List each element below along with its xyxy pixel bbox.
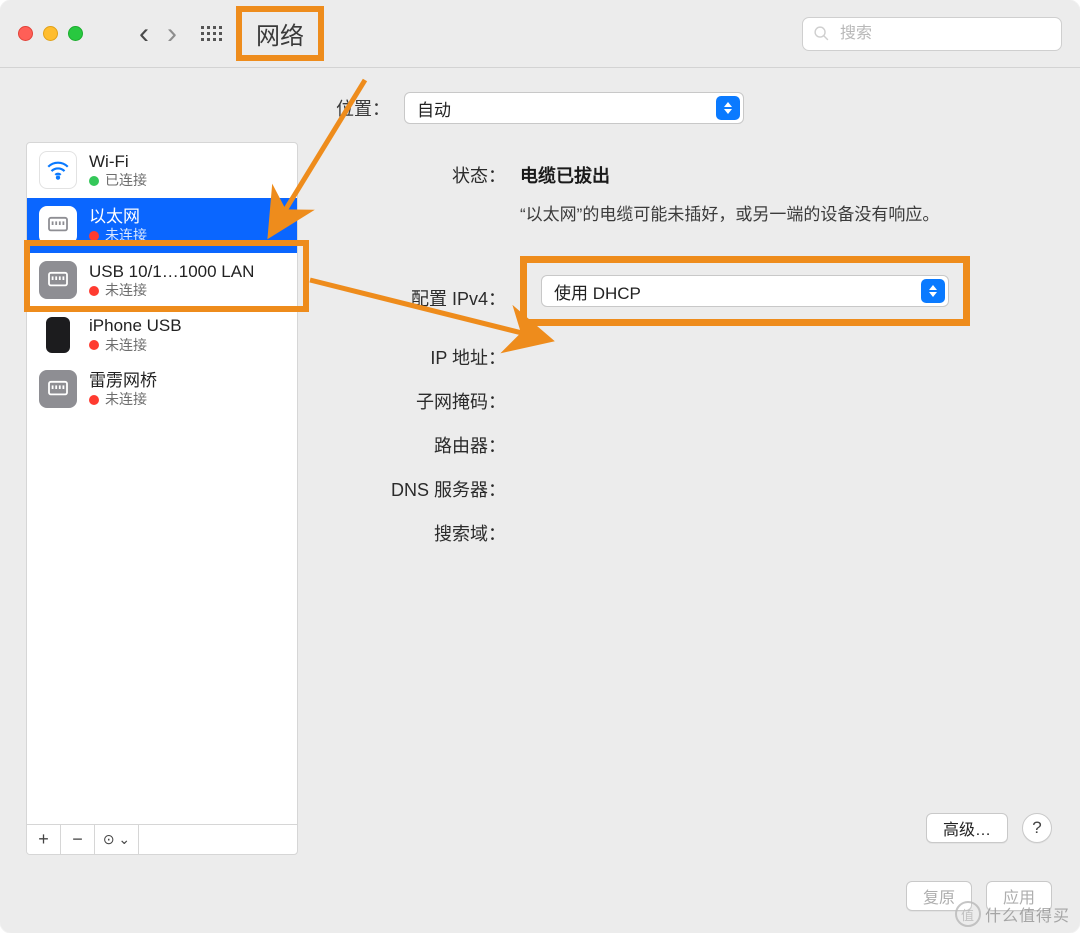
location-select[interactable]: 自动 [404,92,744,124]
sidebar-item-usb-lan[interactable]: USB 10/1…1000 LAN 未连接 [27,253,297,308]
search-icon [813,25,830,42]
dns-label: DNS 服务器： [330,476,520,502]
status-dot [89,176,99,186]
back-button[interactable]: ‹ [139,19,149,49]
show-all-icon[interactable] [201,26,222,41]
interface-name: 雷雳网桥 [89,370,157,391]
interface-name: USB 10/1…1000 LAN [89,261,254,282]
remove-interface-button[interactable]: − [61,825,95,854]
ethernet-icon [39,261,77,299]
interface-status: 未连接 [105,227,147,245]
configure-ipv4-label: 配置 IPv4： [330,271,520,311]
interface-list: Wi-Fi 已连接 以太网 未连接 [27,143,297,824]
pane-title: 网络 [236,6,324,61]
toolbar: ‹ › 网络 [0,0,1080,68]
chevron-updown-icon [716,96,740,120]
status-dot [89,395,99,405]
watermark-icon: 值 [955,901,981,927]
ethernet-icon [39,206,77,244]
watermark-text: 什么值得买 [985,902,1070,926]
window-controls [18,26,83,41]
minimize-button[interactable] [43,26,58,41]
search-domain-label: 搜索域： [330,520,520,546]
detail-panel: 状态： 电缆已拔出 “以太网”的电缆可能未插好，或另一端的设备没有响应。 配置 … [320,142,1054,855]
interface-name: Wi-Fi [89,151,147,172]
sidebar-footer: + − ⊙ ⌄ [27,824,297,854]
configure-ipv4-value: 使用 DHCP [554,279,641,304]
sidebar-item-wifi[interactable]: Wi-Fi 已连接 [27,143,297,198]
status-dot [89,286,99,296]
status-dot [89,340,99,350]
sidebar-item-thunderbolt[interactable]: 雷雳网桥 未连接 [27,362,297,417]
interface-name: iPhone USB [89,315,182,336]
configure-highlight: 使用 DHCP [520,256,970,326]
add-interface-button[interactable]: + [27,825,61,854]
nav-buttons: ‹ › [139,19,177,49]
watermark: 值 什么值得买 [955,901,1070,927]
subnet-mask-label: 子网掩码： [330,388,520,414]
sidebar-item-ethernet[interactable]: 以太网 未连接 [27,198,297,253]
router-label: 路由器： [330,432,520,458]
status-label: 状态： [330,162,520,228]
forward-button: › [167,19,177,49]
ip-address-label: IP 地址： [330,344,520,370]
help-button[interactable]: ? [1022,813,1052,843]
status-dot [89,231,99,241]
search-field[interactable] [802,17,1062,51]
close-button[interactable] [18,26,33,41]
configure-ipv4-select[interactable]: 使用 DHCP [541,275,949,307]
interface-status: 未连接 [105,391,147,409]
search-input[interactable] [838,24,1051,44]
interface-status: 未连接 [105,337,147,355]
location-row: 位置： 自动 [0,68,1080,142]
status-value: 电缆已拔出 [520,162,1032,188]
zoom-button[interactable] [68,26,83,41]
detail-footer: 高级… ? [926,813,1052,843]
wifi-icon [39,151,77,189]
interface-status: 未连接 [105,282,147,300]
more-options-button[interactable]: ⊙ ⌄ [95,825,139,854]
location-value: 自动 [417,96,451,121]
location-label: 位置： [336,95,390,121]
interface-status: 已连接 [105,172,147,190]
ethernet-icon [39,370,77,408]
phone-icon [46,317,70,353]
preferences-window: ‹ › 网络 位置： 自动 [0,0,1080,933]
interface-name: 以太网 [89,206,147,227]
interface-sidebar: Wi-Fi 已连接 以太网 未连接 [26,142,298,855]
advanced-button[interactable]: 高级… [926,813,1008,843]
sidebar-item-iphone-usb[interactable]: iPhone USB 未连接 [27,307,297,362]
status-description: “以太网”的电缆可能未插好，或另一端的设备没有响应。 [520,202,940,228]
body: Wi-Fi 已连接 以太网 未连接 [0,142,1080,875]
chevron-updown-icon [921,279,945,303]
